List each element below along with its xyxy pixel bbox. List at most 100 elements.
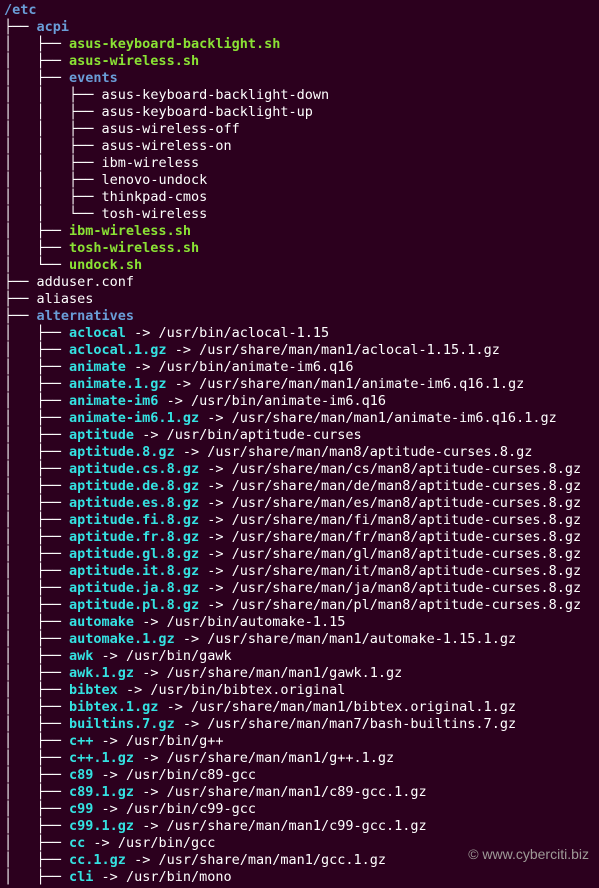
symlink-arrow: -> <box>199 495 232 511</box>
symlink-arrow: -> <box>199 563 232 579</box>
tree-entry-name: adduser.conf <box>37 274 135 290</box>
tree-prefix: │ ├── <box>4 869 69 885</box>
watermark-text: © www.cyberciti.biz <box>468 846 589 863</box>
tree-prefix: ├── <box>4 19 37 35</box>
tree-line: │ │ ├── asus-keyboard-backlight-up <box>4 104 595 121</box>
tree-line: │ │ ├── asus-wireless-on <box>4 138 595 155</box>
tree-line: │ ├── aptitude.es.8.gz -> /usr/share/man… <box>4 495 595 512</box>
tree-prefix: │ ├── <box>4 410 69 426</box>
tree-entry-name: cc.1.gz <box>69 852 126 868</box>
tree-entry-name: asus-wireless-on <box>102 138 232 154</box>
tree-entry-name: aptitude <box>69 427 134 443</box>
symlink-arrow: -> <box>134 665 167 681</box>
tree-prefix: │ ├── <box>4 325 69 341</box>
symlink-target: /usr/share/man/man1/gcc.1.gz <box>158 852 386 868</box>
symlink-target: /usr/share/man/fi/man8/aptitude-curses.8… <box>232 512 582 528</box>
tree-line: │ ├── aclocal.1.gz -> /usr/share/man/man… <box>4 342 595 359</box>
symlink-arrow: -> <box>93 733 126 749</box>
tree-entry-name: awk <box>69 648 93 664</box>
tree-prefix: │ ├── <box>4 512 69 528</box>
tree-prefix: │ ├── <box>4 240 69 256</box>
symlink-arrow: -> <box>199 529 232 545</box>
tree-prefix: │ ├── <box>4 393 69 409</box>
tree-entry-name: aptitude.8.gz <box>69 444 175 460</box>
tree-line: │ ├── aptitude.pl.8.gz -> /usr/share/man… <box>4 597 595 614</box>
symlink-arrow: -> <box>126 325 159 341</box>
tree-entry-name: aptitude.gl.8.gz <box>69 546 199 562</box>
symlink-target: /usr/bin/c99-gcc <box>126 801 256 817</box>
tree-line: │ ├── automake.1.gz -> /usr/share/man/ma… <box>4 631 595 648</box>
tree-prefix: │ ├── <box>4 835 69 851</box>
symlink-arrow: -> <box>158 393 191 409</box>
tree-prefix: │ ├── <box>4 70 69 86</box>
tree-entry-name: asus-keyboard-backlight-down <box>102 87 330 103</box>
symlink-target: /usr/share/man/man1/c99-gcc.1.gz <box>167 818 427 834</box>
symlink-target: /usr/bin/animate-im6.q16 <box>191 393 386 409</box>
tree-line: ├── aliases <box>4 291 595 308</box>
symlink-target: /usr/share/man/cs/man8/aptitude-curses.8… <box>232 461 582 477</box>
tree-entry-name: awk.1.gz <box>69 665 134 681</box>
symlink-target: /usr/share/man/gl/man8/aptitude-curses.8… <box>232 546 582 562</box>
tree-prefix: │ ├── <box>4 342 69 358</box>
tree-entry-name: ibm-wireless <box>102 155 200 171</box>
tree-entry-name: aptitude.fr.8.gz <box>69 529 199 545</box>
symlink-target: /usr/bin/c89-gcc <box>126 767 256 783</box>
tree-prefix: │ │ ├── <box>4 87 102 103</box>
tree-prefix: │ │ ├── <box>4 155 102 171</box>
tree-line: │ ├── c99 -> /usr/bin/c99-gcc <box>4 801 595 818</box>
tree-line: │ ├── aptitude.it.8.gz -> /usr/share/man… <box>4 563 595 580</box>
tree-line: │ ├── tosh-wireless.sh <box>4 240 595 257</box>
tree-entry-name: ibm-wireless.sh <box>69 223 191 239</box>
tree-prefix: │ ├── <box>4 699 69 715</box>
tree-entry-name: tosh-wireless <box>102 206 208 222</box>
tree-line: /etc <box>4 2 595 19</box>
tree-entry-name: c89.1.gz <box>69 784 134 800</box>
tree-line: │ ├── c89.1.gz -> /usr/share/man/man1/c8… <box>4 784 595 801</box>
symlink-arrow: -> <box>199 597 232 613</box>
tree-line: │ ├── cli -> /usr/bin/mono <box>4 869 595 886</box>
symlink-arrow: -> <box>134 784 167 800</box>
tree-entry-name: aptitude.fi.8.gz <box>69 512 199 528</box>
symlink-arrow: -> <box>199 580 232 596</box>
tree-line: │ ├── bibtex.1.gz -> /usr/share/man/man1… <box>4 699 595 716</box>
tree-entry-name: aptitude.de.8.gz <box>69 478 199 494</box>
symlink-target: /usr/bin/animate-im6.q16 <box>158 359 353 375</box>
symlink-target: /usr/bin/bibtex.original <box>150 682 345 698</box>
tree-prefix: ├── <box>4 308 37 324</box>
symlink-target: /usr/share/man/man1/animate-im6.q16.1.gz <box>199 376 524 392</box>
tree-entry-name: automake.1.gz <box>69 631 175 647</box>
tree-line: │ ├── aptitude.de.8.gz -> /usr/share/man… <box>4 478 595 495</box>
tree-prefix: │ ├── <box>4 529 69 545</box>
tree-entry-name: animate.1.gz <box>69 376 167 392</box>
symlink-arrow: -> <box>93 648 126 664</box>
tree-prefix: │ ├── <box>4 563 69 579</box>
tree-line: │ │ ├── asus-keyboard-backlight-down <box>4 87 595 104</box>
tree-prefix: │ ├── <box>4 818 69 834</box>
tree-prefix: │ ├── <box>4 223 69 239</box>
symlink-target: /usr/bin/g++ <box>126 733 224 749</box>
tree-prefix: │ ├── <box>4 36 69 52</box>
tree-line: │ ├── asus-wireless.sh <box>4 53 595 70</box>
symlink-arrow: -> <box>126 852 159 868</box>
symlink-target: /usr/share/man/es/man8/aptitude-curses.8… <box>232 495 582 511</box>
symlink-target: /usr/share/man/man1/c89-gcc.1.gz <box>167 784 427 800</box>
symlink-arrow: -> <box>134 750 167 766</box>
tree-entry-name: c99.1.gz <box>69 818 134 834</box>
tree-line: │ ├── animate -> /usr/bin/animate-im6.q1… <box>4 359 595 376</box>
terminal-output: /etc├── acpi│ ├── asus-keyboard-backligh… <box>0 0 599 888</box>
tree-line: │ ├── ibm-wireless.sh <box>4 223 595 240</box>
tree-entry-name: undock.sh <box>69 257 142 273</box>
tree-entry-name: asus-wireless.sh <box>69 53 199 69</box>
symlink-target: /usr/share/man/fr/man8/aptitude-curses.8… <box>232 529 582 545</box>
tree-entry-name: animate <box>69 359 126 375</box>
symlink-target: /usr/share/man/de/man8/aptitude-curses.8… <box>232 478 582 494</box>
symlink-target: /usr/bin/gcc <box>118 835 216 851</box>
symlink-arrow: -> <box>199 546 232 562</box>
tree-prefix: │ ├── <box>4 665 69 681</box>
tree-entry-name: tosh-wireless.sh <box>69 240 199 256</box>
symlink-arrow: -> <box>158 699 191 715</box>
tree-prefix: │ ├── <box>4 767 69 783</box>
symlink-arrow: -> <box>93 801 126 817</box>
symlink-arrow: -> <box>199 478 232 494</box>
tree-entry-name: animate-im6 <box>69 393 158 409</box>
